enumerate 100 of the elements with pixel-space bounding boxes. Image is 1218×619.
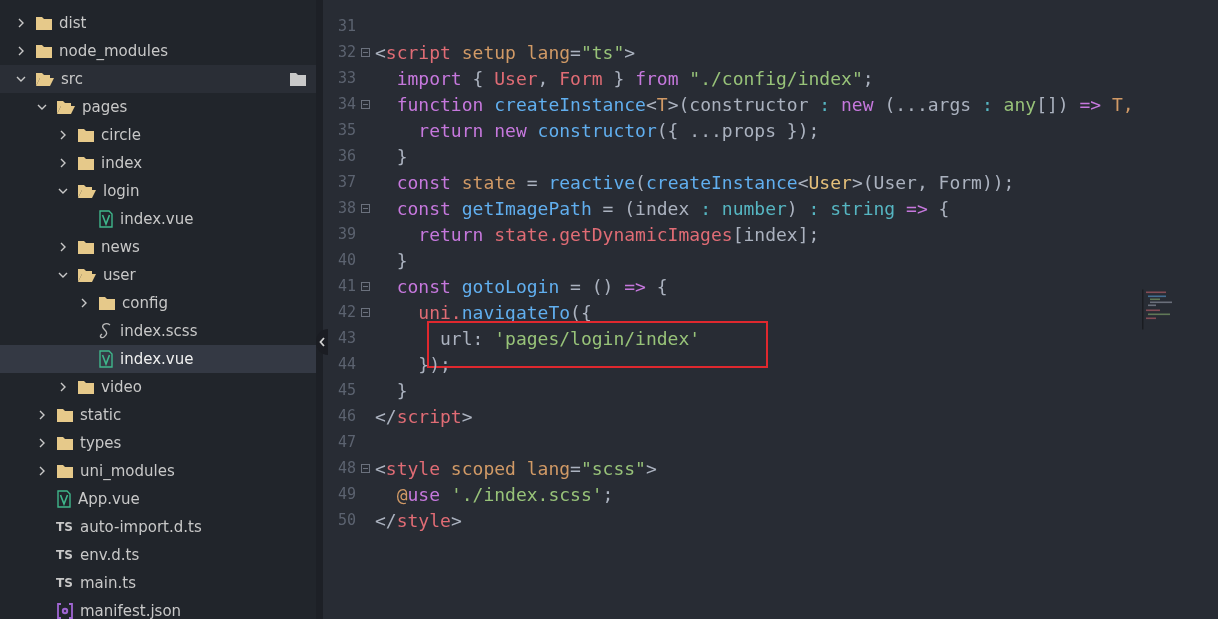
vue-file-icon — [56, 490, 72, 508]
folder-icon — [35, 15, 53, 31]
tree-item[interactable]: node_modules — [0, 37, 316, 65]
ts-file-icon: TS — [56, 576, 74, 590]
folder-icon — [77, 155, 95, 171]
line-number: 42 — [336, 303, 356, 321]
line-number: 36 — [336, 147, 356, 165]
code-line: </script> — [375, 405, 473, 427]
line-number: 41 — [336, 277, 356, 295]
tree-item[interactable]: uni_modules — [0, 457, 316, 485]
file-name: config — [122, 294, 168, 312]
file-name: App.vue — [78, 490, 140, 508]
folder-icon — [56, 463, 74, 479]
ts-file-icon: TS — [56, 548, 74, 562]
line-number: 35 — [336, 121, 356, 139]
code-line: const state = reactive(createInstance<User>(User, Form)); — [395, 171, 1015, 193]
ts-file-icon: TS — [56, 520, 74, 534]
file-name: src — [61, 70, 83, 88]
folder-icon — [56, 435, 74, 451]
collapse-handle[interactable] — [316, 329, 328, 355]
line-number: 39 — [336, 225, 356, 243]
file-name: static — [80, 406, 122, 424]
code-line: const gotoLogin = () => { — [395, 275, 668, 297]
file-name: manifest.json — [80, 602, 182, 619]
tree-item[interactable]: manifest.json — [0, 597, 316, 619]
line-number: 45 — [336, 381, 356, 399]
tree-item[interactable]: types — [0, 429, 316, 457]
file-name: news — [101, 238, 140, 256]
line-number: 43 — [336, 329, 356, 347]
code-line: @use './index.scss'; — [395, 483, 614, 505]
tree-item[interactable]: TS env.d.ts — [0, 541, 316, 569]
file-name: env.d.ts — [80, 546, 140, 564]
tree-item[interactable]: index.scss — [0, 317, 316, 345]
tree-item[interactable]: news — [0, 233, 316, 261]
tree-item[interactable]: App.vue — [0, 485, 316, 513]
line-number: 34 — [336, 95, 356, 113]
file-name: circle — [101, 126, 141, 144]
tree-item[interactable]: index.vue — [0, 205, 316, 233]
code-line: return state.getDynamicImages[index]; — [417, 223, 820, 245]
code-line: import { User, Form } from "./config/index"; — [395, 67, 874, 89]
file-name: user — [103, 266, 136, 284]
code-line: <script setup lang="ts"> — [375, 41, 636, 63]
tree-item[interactable]: static — [0, 401, 316, 429]
file-name: index.vue — [120, 210, 194, 228]
file-name: login — [103, 182, 140, 200]
file-name: index.vue — [120, 350, 194, 368]
folder-icon — [35, 43, 53, 59]
line-number: 49 — [336, 485, 356, 503]
line-number: 31 — [336, 17, 356, 35]
tree-item[interactable]: user — [0, 261, 316, 289]
tree-item[interactable]: video — [0, 373, 316, 401]
folder-icon — [77, 127, 95, 143]
code-line: const getImagePath = (index : number) : string => { — [395, 197, 950, 219]
file-name: types — [80, 434, 122, 452]
code-line: function createInstance<T>(constructor : new (...args : any[]) => T, — [395, 93, 1134, 115]
tree-item[interactable]: index — [0, 149, 316, 177]
line-number: 38 — [336, 199, 356, 217]
folder-icon — [98, 295, 116, 311]
code-line: } — [395, 249, 408, 271]
line-number: 47 — [336, 433, 356, 451]
tree-item[interactable]: login — [0, 177, 316, 205]
folder-icon — [77, 239, 95, 255]
line-number: 48 — [336, 459, 356, 477]
code-line: </style> — [375, 509, 462, 531]
code-line: uni.navigateTo({ — [417, 301, 592, 323]
tree-item[interactable]: circle — [0, 121, 316, 149]
tree-item[interactable]: pages — [0, 93, 316, 121]
json-file-icon — [56, 602, 74, 619]
folder-icon — [77, 379, 95, 395]
file-name: index.scss — [120, 322, 198, 340]
open-folder-icon — [35, 71, 55, 87]
tree-item[interactable]: index.vue — [0, 345, 316, 373]
file-name: node_modules — [59, 42, 168, 60]
line-number: 32 — [336, 43, 356, 61]
tree-item[interactable]: TS auto-import.d.ts — [0, 513, 316, 541]
file-name: index — [101, 154, 143, 172]
vue-file-icon — [98, 210, 114, 228]
code-line: <style scoped lang="scss"> — [375, 457, 657, 479]
file-name: video — [101, 378, 142, 396]
code-line: } — [395, 379, 408, 401]
line-number: 33 — [336, 69, 356, 87]
line-number: 40 — [336, 251, 356, 269]
open-folder-icon — [77, 183, 97, 199]
open-folder-icon — [77, 267, 97, 283]
file-name: uni_modules — [80, 462, 175, 480]
tree-item[interactable]: config — [0, 289, 316, 317]
code-line: url: 'pages/login/index' — [439, 327, 701, 349]
tree-item[interactable]: TS main.ts — [0, 569, 316, 597]
line-number: 46 — [336, 407, 356, 425]
folder-icon — [56, 407, 74, 423]
file-name: main.ts — [80, 574, 136, 592]
tree-item[interactable]: dist — [0, 9, 316, 37]
tree-item[interactable]: src — [0, 65, 316, 93]
code-line: return new constructor({ ...props }); — [417, 119, 820, 141]
file-name: pages — [82, 98, 128, 116]
line-number: 44 — [336, 355, 356, 373]
file-name: dist — [59, 14, 87, 32]
code-line: } — [395, 145, 408, 167]
open-folder-icon — [56, 99, 76, 115]
line-number: 50 — [336, 511, 356, 529]
